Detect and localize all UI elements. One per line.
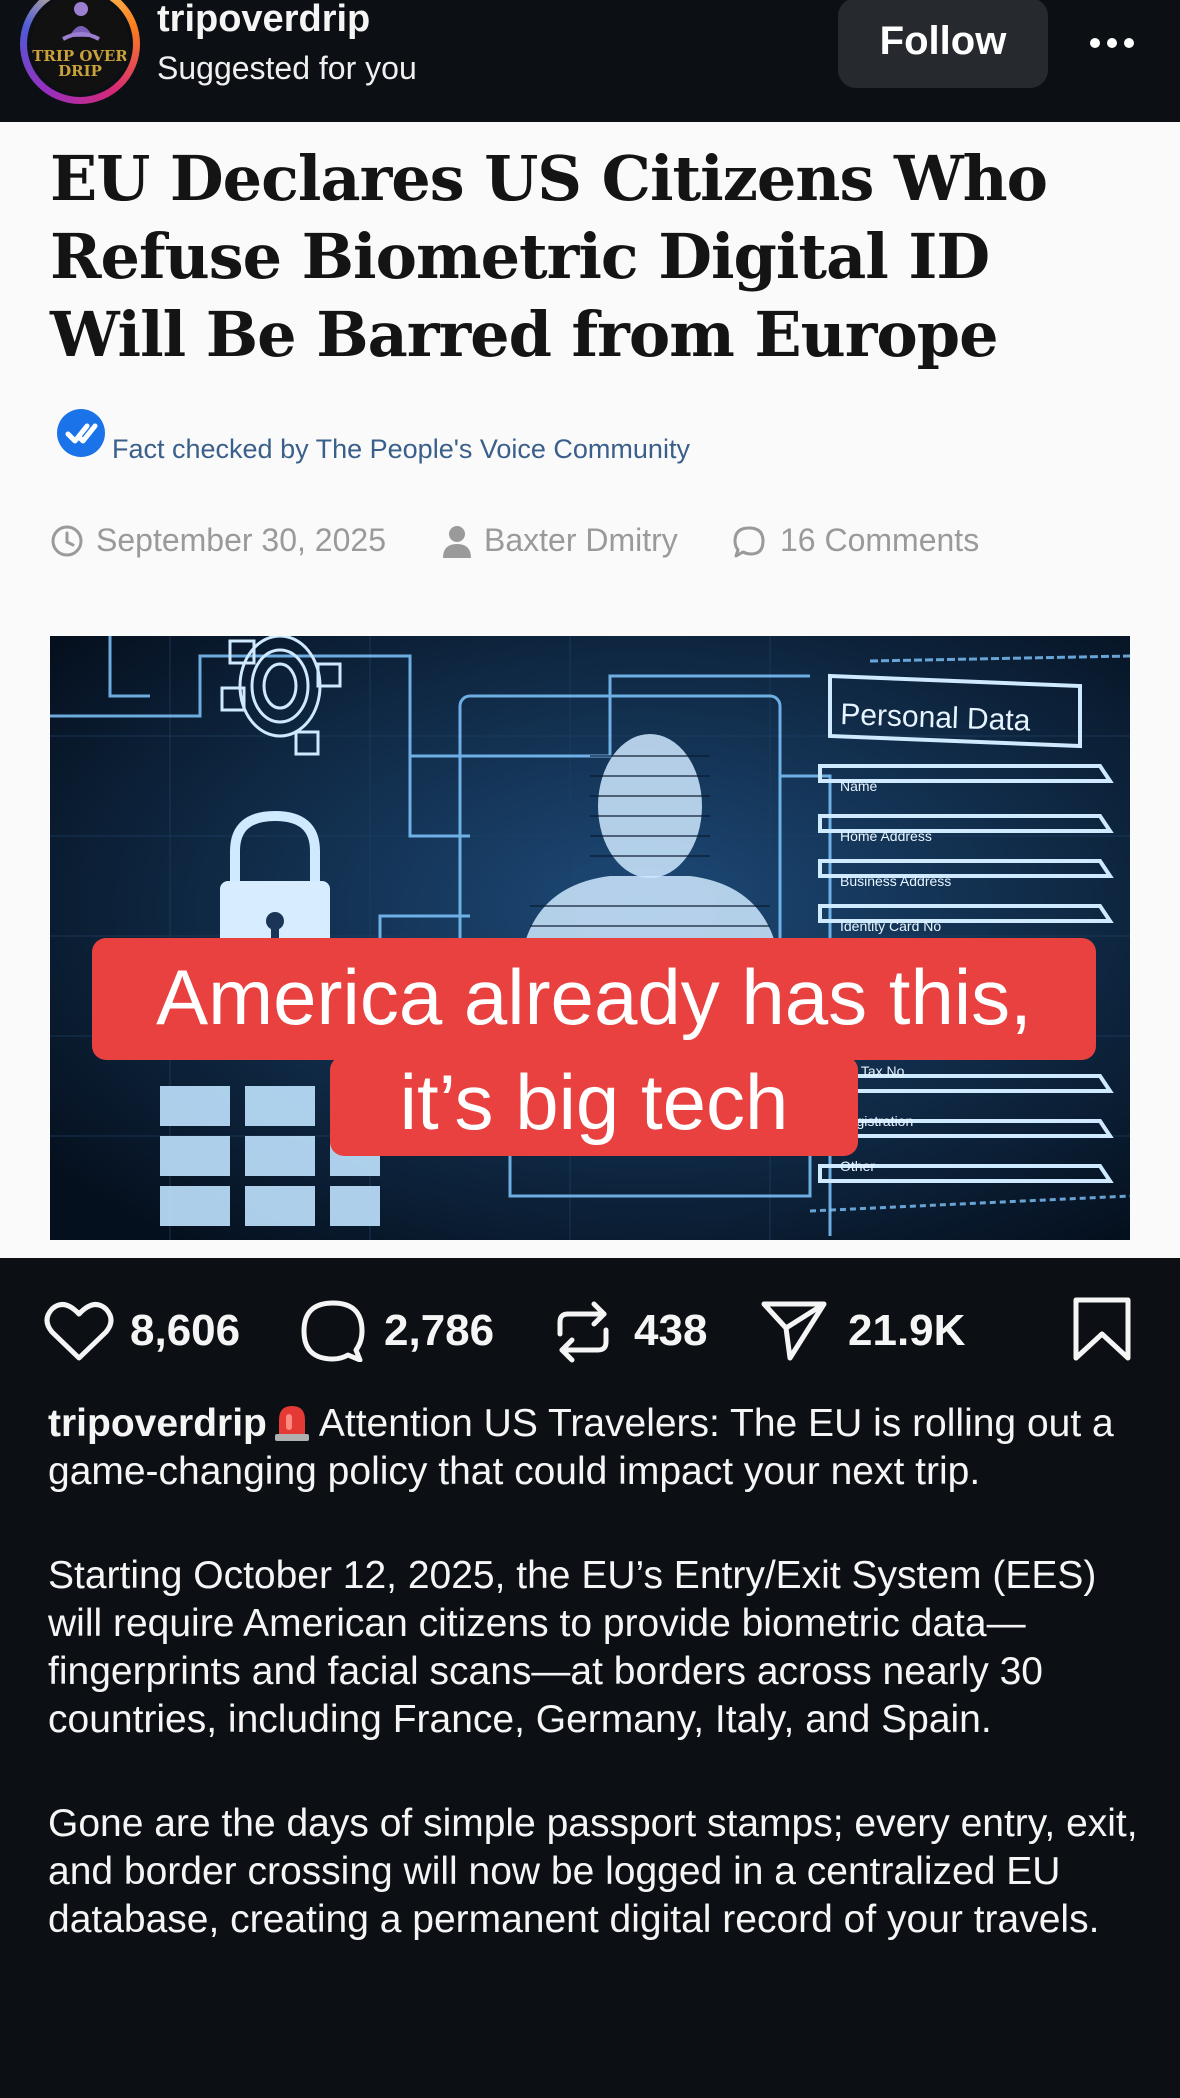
meditating-figure-icon <box>62 2 100 41</box>
overlay-caption-line1: America already has this, <box>92 938 1096 1060</box>
suggested-label: Suggested for you <box>157 50 417 86</box>
svg-text:Business Address: Business Address <box>840 873 951 889</box>
article-title: EU Declares US Citizens Who Refuse Biome… <box>50 142 1048 371</box>
caption-paragraph-1: tripoverdrip Attention US Travelers: The… <box>48 1400 1148 1496</box>
comment-count: 2,786 <box>384 1306 495 1355</box>
post-username[interactable]: tripoverdrip <box>157 0 370 40</box>
share-count: 21.9K <box>848 1306 966 1355</box>
article-screenshot: EU Declares US Citizens Who Refuse Biome… <box>0 122 1180 1258</box>
post-action-bar: 8,606 2,786 438 21.9K <box>0 1290 1180 1370</box>
siren-emoji-icon <box>274 1406 309 1441</box>
follow-button[interactable]: Follow <box>838 0 1048 88</box>
clock-icon <box>51 525 83 557</box>
avatar-image: TRIP OVER DRIP <box>27 0 133 97</box>
repost-count: 438 <box>634 1306 708 1355</box>
avatar-logo-text: TRIP OVER DRIP <box>32 47 128 80</box>
repost-icon <box>557 1301 609 1363</box>
comment-icon <box>301 1300 365 1362</box>
comment-bubble-icon <box>733 526 765 558</box>
overlay-caption-line2: it’s big tech <box>330 1056 858 1156</box>
user-icon <box>443 526 471 558</box>
send-icon <box>761 1301 827 1361</box>
svg-text:Name: Name <box>840 778 878 794</box>
avatar[interactable]: TRIP OVER DRIP <box>20 0 140 104</box>
date-text: September 30, 2025 <box>96 522 386 558</box>
more-options-icon[interactable] <box>1082 12 1142 72</box>
author-text: Baxter Dmitry <box>484 522 678 558</box>
heart-icon <box>44 1302 114 1361</box>
like-count: 8,606 <box>130 1306 241 1355</box>
caption-username[interactable]: tripoverdrip <box>48 1402 267 1445</box>
post-caption: tripoverdrip Attention US Travelers: The… <box>48 1400 1148 2000</box>
post-header: TRIP OVER DRIP tripoverdrip Suggested fo… <box>0 0 1180 122</box>
fact-check-badge-icon <box>57 409 105 457</box>
bookmark-icon[interactable] <box>1072 1296 1132 1362</box>
svg-text:Other: Other <box>840 1158 875 1174</box>
svg-text:Home Address: Home Address <box>840 828 932 844</box>
fact-check-text: Fact checked by The People's Voice Commu… <box>112 434 690 464</box>
svg-text:Personal Data: Personal Data <box>840 698 1031 738</box>
caption-paragraph-2: Starting October 12, 2025, the EU’s Entr… <box>48 1554 1097 1741</box>
svg-text:Identity Card No: Identity Card No <box>840 918 941 934</box>
caption-paragraph-3: Gone are the days of simple passport sta… <box>48 1802 1138 1941</box>
comments-text: 16 Comments <box>780 522 980 558</box>
